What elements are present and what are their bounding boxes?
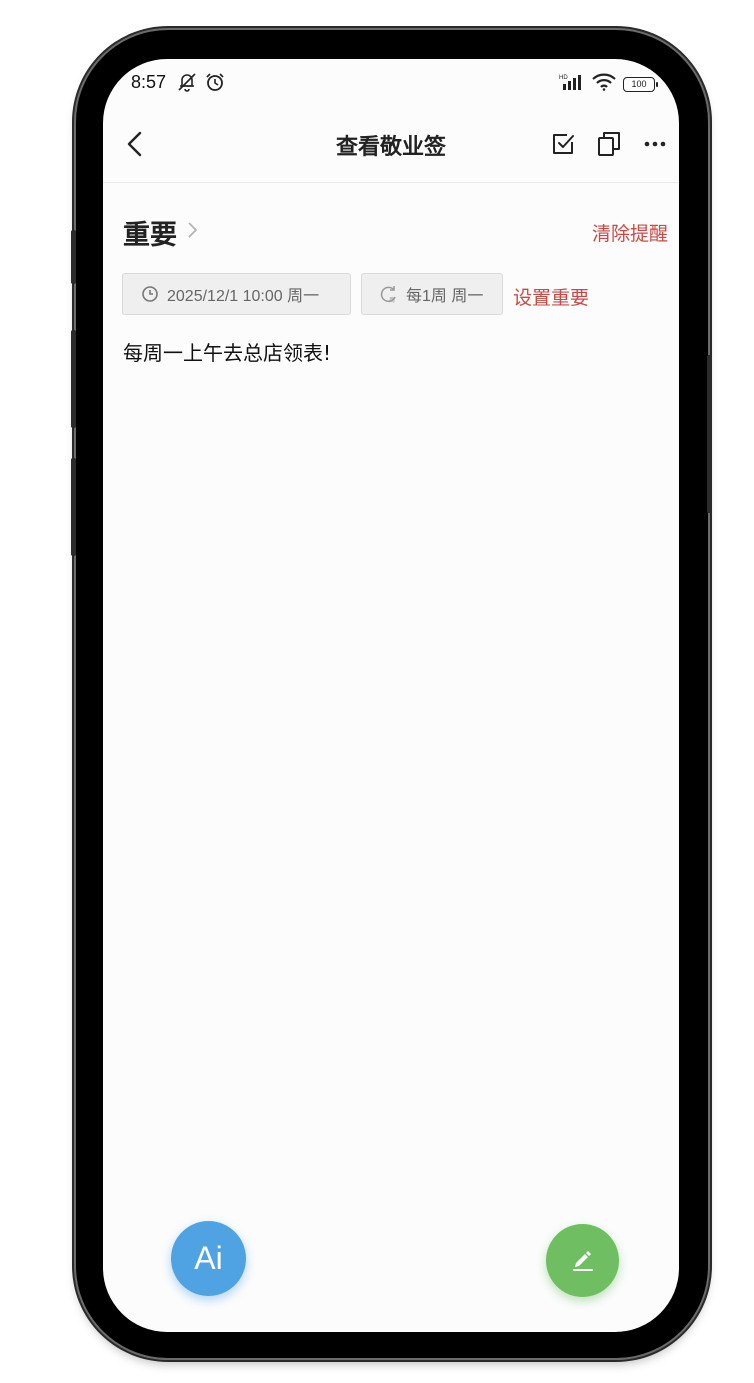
- checkbox-icon[interactable]: [551, 131, 577, 157]
- page-title: 查看敬业签: [335, 135, 446, 160]
- phone-side-button: [71, 458, 76, 556]
- phone-side-button: [707, 355, 712, 513]
- svg-text:HD: HD: [559, 75, 568, 81]
- status-icons-left: [176, 71, 226, 97]
- clear-reminder-button[interactable]: 清除提醒: [592, 219, 668, 246]
- pencil-icon: [570, 1246, 596, 1276]
- ai-button[interactable]: Ai: [171, 1221, 246, 1296]
- silent-notification-icon: [176, 71, 198, 97]
- more-icon[interactable]: [643, 131, 669, 157]
- edit-button[interactable]: [546, 1224, 619, 1297]
- status-icons-right: HD 100: [559, 73, 658, 95]
- category-title[interactable]: 重要: [123, 213, 177, 252]
- hd-signal-icon: HD: [559, 73, 585, 95]
- repeat-icon: 周: [380, 285, 398, 303]
- clock-icon: [141, 285, 159, 303]
- reminder-datetime-chip[interactable]: 2025/12/1 10:00 周一: [122, 273, 351, 315]
- navigation-bar: 查看敬业签: [103, 107, 679, 183]
- reminder-datetime: 2025/12/1 10:00 周一: [167, 288, 320, 305]
- chevron-right-icon[interactable]: [185, 219, 201, 241]
- repeat-text: 每1周 周一: [406, 288, 484, 305]
- status-bar: 8:57 HD 100: [103, 59, 679, 107]
- phone-side-button: [71, 230, 76, 284]
- battery-icon: 100: [623, 76, 658, 92]
- phone-screen: 8:57 HD 100 查看敬业签 重要 清除提醒 2025/12/1 10:0…: [103, 59, 679, 1332]
- copy-icon[interactable]: [597, 131, 623, 157]
- set-important-button[interactable]: 设置重要: [513, 283, 589, 310]
- status-time: 8:57: [131, 72, 167, 92]
- alarm-icon: [204, 71, 226, 97]
- repeat-chip[interactable]: 周 每1周 周一: [361, 273, 503, 315]
- svg-text:周: 周: [389, 297, 395, 303]
- wifi-icon: [591, 73, 617, 95]
- section-header: 重要 清除提醒: [123, 211, 668, 251]
- phone-side-button: [71, 330, 76, 428]
- note-content[interactable]: 每周一上午去总店领表!: [123, 337, 331, 366]
